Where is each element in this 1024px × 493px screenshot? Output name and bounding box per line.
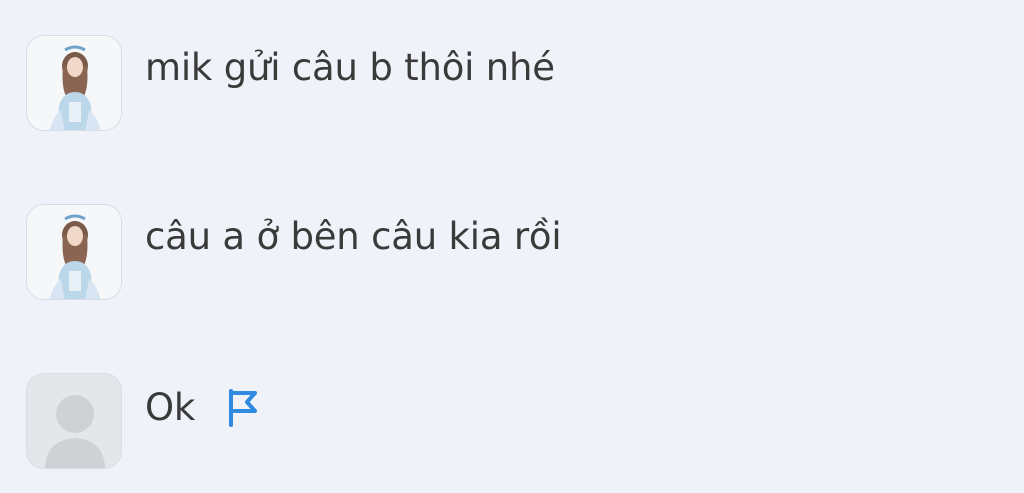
user-avatar[interactable]	[26, 35, 122, 131]
flag-icon[interactable]	[223, 387, 261, 427]
user-silhouette-icon	[27, 374, 121, 468]
comment-text: mik gửi câu b thôi nhé	[145, 46, 555, 89]
default-avatar[interactable]	[26, 373, 122, 469]
user-avatar[interactable]	[26, 204, 122, 300]
comment-item: mik gửi câu b thôi nhé	[26, 35, 555, 133]
user-photo-icon	[27, 36, 121, 130]
comment-thread: mik gửi câu b thôi nhé câu a ở bên câu k…	[0, 0, 1024, 493]
comment-item: Ok	[26, 373, 261, 471]
comment-text: Ok	[145, 385, 196, 429]
comment-text: câu a ở bên câu kia rồi	[145, 215, 562, 258]
user-photo-icon	[27, 205, 121, 299]
comment-item: câu a ở bên câu kia rồi	[26, 204, 562, 302]
comment-text-row: Ok	[145, 387, 261, 427]
